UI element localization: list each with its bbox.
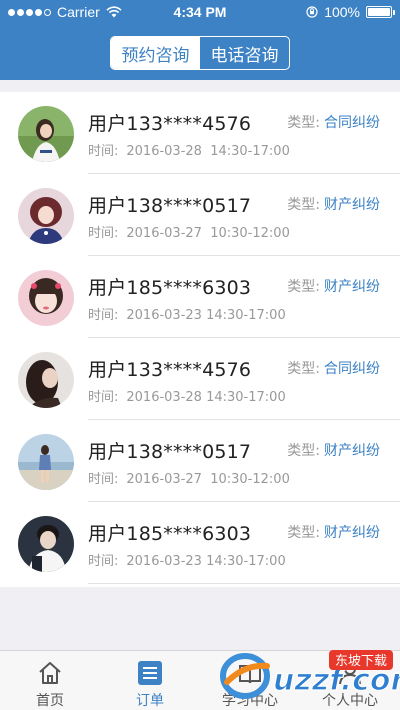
- list-item[interactable]: 用户133****4576 类型: 合同纠纷 时间: 2016-03-28 14:3…: [0, 92, 400, 174]
- avatar: [18, 434, 74, 490]
- consult-type: 类型: 财产纠纷: [287, 443, 380, 459]
- divider: [88, 583, 400, 584]
- consult-type: 类型: 合同纠纷: [287, 361, 380, 377]
- order-list-icon: [138, 661, 162, 685]
- nav-header: Carrier 4:34 PM 100% 预约咨询 电话咨询: [0, 0, 400, 80]
- user-name: 用户138****0517: [88, 195, 252, 217]
- appointment-slot: 14:30-17:00: [206, 308, 286, 323]
- appointment-slot: 10:30-12:00: [210, 226, 290, 241]
- consult-type-value: 合同纠纷: [324, 361, 380, 377]
- consult-type-segmented-control: 预约咨询 电话咨询: [110, 36, 290, 70]
- status-bar: Carrier 4:34 PM 100%: [0, 0, 400, 26]
- appointment-slot: 14:30-17:00: [206, 554, 286, 569]
- appointment-time: 时间: 2016-03-27 10:30-12:00: [88, 472, 290, 487]
- appointment-time: 时间: 2016-03-23 14:30-17:00: [88, 554, 286, 569]
- appointment-date: 2016-03-27: [126, 226, 202, 241]
- consult-type: 类型: 财产纠纷: [287, 525, 380, 541]
- avatar: [18, 270, 74, 326]
- user-name: 用户185****6303: [88, 523, 252, 545]
- order-list: 用户133****4576 类型: 合同纠纷 时间: 2016-03-28 14:3…: [0, 92, 400, 587]
- list-item[interactable]: 用户138****0517 类型: 财产纠纷 时间: 2016-03-27 10:3…: [0, 420, 400, 502]
- consult-type: 类型: 财产纠纷: [287, 197, 380, 213]
- appointment-date: 2016-03-27: [126, 472, 202, 487]
- appointment-date: 2016-03-28: [126, 390, 202, 405]
- user-name: 用户133****4576: [88, 359, 252, 381]
- battery-percent: 100%: [324, 4, 360, 20]
- tab-profile-label: 个人中心: [322, 693, 378, 709]
- tab-study-label: 学习中心: [222, 693, 278, 709]
- appointment-slot: 14:30-17:00: [210, 144, 290, 159]
- tab-orders[interactable]: 订单: [100, 651, 200, 710]
- avatar: [18, 188, 74, 244]
- tab-orders-label: 订单: [136, 693, 164, 709]
- tab-study[interactable]: 学习中心: [200, 651, 300, 710]
- consult-type-value: 财产纠纷: [324, 197, 380, 213]
- consult-type: 类型: 合同纠纷: [287, 115, 380, 131]
- tab-profile[interactable]: 个人中心: [300, 651, 400, 710]
- appointment-time: 时间: 2016-03-27 10:30-12:00: [88, 226, 290, 241]
- status-right: 100%: [306, 4, 395, 20]
- avatar: [18, 516, 74, 572]
- consult-type-value: 合同纠纷: [324, 115, 380, 131]
- consult-type-value: 财产纠纷: [324, 443, 380, 459]
- user-name: 用户185****6303: [88, 277, 252, 299]
- user-icon: [339, 663, 361, 685]
- appointment-date: 2016-03-23: [126, 308, 202, 323]
- appointment-slot: 14:30-17:00: [206, 390, 286, 405]
- appointment-slot: 10:30-12:00: [210, 472, 290, 487]
- battery-icon: [366, 6, 395, 18]
- bottom-tab-bar: 首页 订单 学习中心 个人中心: [0, 650, 400, 710]
- list-item[interactable]: 用户133****4576 类型: 合同纠纷 时间: 2016-03-28 14:3…: [0, 338, 400, 420]
- avatar: [18, 106, 74, 162]
- list-item[interactable]: 用户185****6303 类型: 财产纠纷 时间: 2016-03-23 14:3…: [0, 502, 400, 584]
- tab-home[interactable]: 首页: [0, 651, 100, 710]
- appointment-date: 2016-03-23: [126, 554, 202, 569]
- list-item[interactable]: 用户138****0517 类型: 财产纠纷 时间: 2016-03-27 10:3…: [0, 174, 400, 256]
- avatar: [18, 352, 74, 408]
- appointment-date: 2016-03-28: [126, 144, 202, 159]
- list-item[interactable]: 用户185****6303 类型: 财产纠纷 时间: 2016-03-23 14:3…: [0, 256, 400, 338]
- home-icon: [39, 662, 61, 684]
- tab-home-label: 首页: [36, 693, 64, 709]
- appointment-time: 时间: 2016-03-28 14:30-17:00: [88, 144, 290, 159]
- tab-appointment-consult[interactable]: 预约咨询: [111, 37, 200, 69]
- user-name: 用户133****4576: [88, 113, 252, 135]
- study-icon: [239, 665, 261, 684]
- appointment-time: 时间: 2016-03-23 14:30-17:00: [88, 308, 286, 323]
- user-name: 用户138****0517: [88, 441, 252, 463]
- consult-type-value: 财产纠纷: [324, 525, 380, 541]
- appointment-time: 时间: 2016-03-28 14:30-17:00: [88, 390, 286, 405]
- rotation-lock-icon: [306, 6, 318, 18]
- consult-type: 类型: 财产纠纷: [287, 279, 380, 295]
- tab-phone-consult[interactable]: 电话咨询: [200, 37, 289, 69]
- consult-type-value: 财产纠纷: [324, 279, 380, 295]
